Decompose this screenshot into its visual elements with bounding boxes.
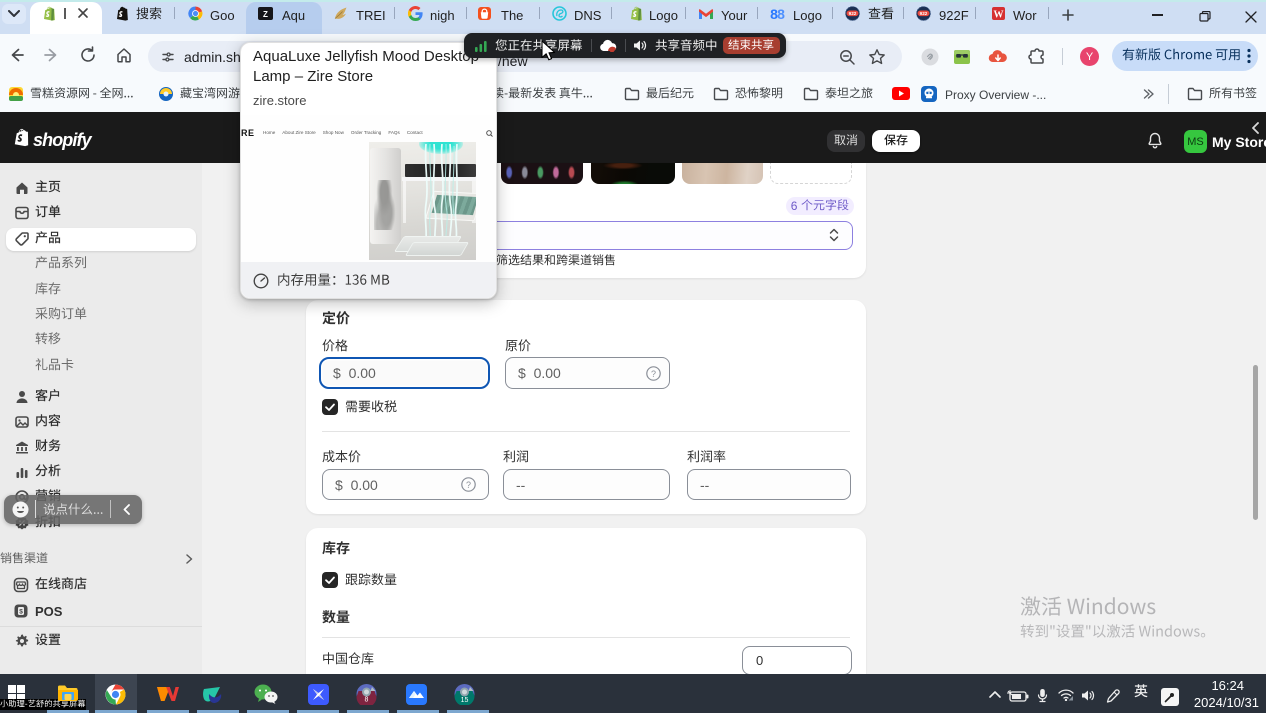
svg-text:$: $ [19,609,23,616]
svg-text:W: W [994,10,1004,21]
svg-text:8: 8 [365,697,369,704]
svg-text:922: 922 [849,11,857,16]
svg-text:?: ? [466,480,471,490]
svg-text:15: 15 [461,697,469,704]
svg-text:?: ? [651,369,656,379]
svg-text:Z: Z [263,10,268,19]
svg-text:8: 8 [777,6,785,21]
svg-text:922: 922 [920,11,928,16]
